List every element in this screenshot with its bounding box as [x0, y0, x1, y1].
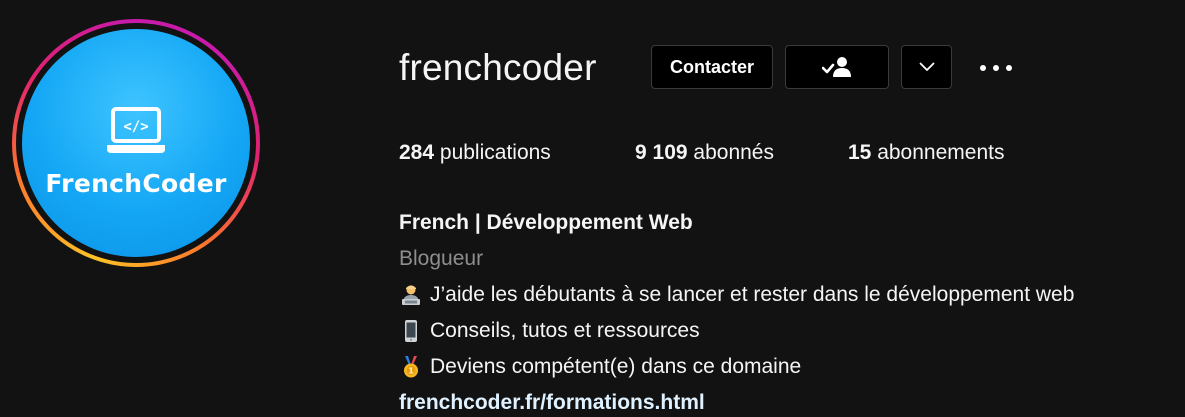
followers-count: 9 109: [635, 141, 688, 164]
stat-posts: 284 publications: [399, 141, 551, 165]
bio-line: J’aide les débutants à se lancer et rest…: [399, 277, 1074, 313]
followers-label: abonnés: [693, 141, 774, 164]
bio-display-name: French | Développement Web: [399, 211, 693, 234]
chevron-down-icon: [919, 62, 934, 71]
following-label: abonnements: [877, 141, 1005, 164]
following-button[interactable]: [785, 45, 889, 89]
following-count: 15: [848, 141, 872, 164]
profile-header: </> FrenchCoder frenchcoder Contacter 28…: [0, 0, 1185, 417]
stat-followers[interactable]: 9 109 abonnés: [635, 141, 774, 165]
bio-website-link[interactable]: frenchcoder.fr/formations.html: [399, 391, 705, 414]
technologist-emoji: [402, 285, 420, 305]
avatar: </> FrenchCoder: [22, 29, 250, 257]
mobile-phone-emoji: [405, 320, 417, 342]
bio-category: Blogueur: [399, 247, 484, 270]
contact-button[interactable]: Contacter: [651, 45, 773, 89]
medal-emoji: 1: [404, 356, 418, 378]
story-ring[interactable]: </> FrenchCoder: [12, 19, 260, 267]
posts-count: 284: [399, 141, 435, 164]
more-options-icon: [980, 65, 1012, 71]
svg-text:</>: </>: [123, 119, 148, 135]
more-options-button[interactable]: [978, 56, 1014, 80]
username: frenchcoder: [399, 47, 597, 88]
suggestions-dropdown-button[interactable]: [901, 45, 952, 89]
stat-following[interactable]: 15 abonnements: [848, 141, 1004, 165]
bio: French | Développement Web Blogueur J’ai…: [399, 205, 1074, 417]
svg-text:1: 1: [408, 366, 414, 375]
bio-line: Conseils, tutos et ressources: [399, 313, 1074, 349]
person-check-icon: [822, 57, 851, 77]
laptop-code-icon: </>: [107, 106, 165, 153]
avatar-brand-text: FrenchCoder: [45, 168, 227, 198]
posts-label: publications: [439, 141, 551, 164]
bio-line: 1 Deviens compétent(e) dans ce domaine: [399, 349, 1074, 385]
